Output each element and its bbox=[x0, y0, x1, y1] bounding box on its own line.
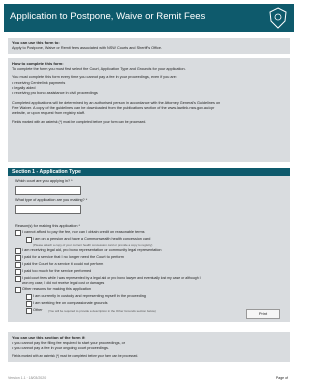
how-line2: You must complete this form every time y… bbox=[12, 75, 177, 79]
court-select[interactable] bbox=[15, 186, 81, 195]
footer-version: Version 1.1 · 18/03/2020 bbox=[8, 376, 47, 380]
reason-option: Other bbox=[33, 308, 43, 312]
page-footer: Version 1.1 · 18/03/2020 Page of bbox=[8, 376, 290, 380]
reason-checkbox[interactable] bbox=[26, 237, 32, 243]
section2-box: You can use this section of the form if:… bbox=[8, 332, 290, 362]
reason-option: I paid for a service that I no longer ne… bbox=[22, 255, 124, 259]
footer-page: Page of bbox=[275, 376, 288, 380]
section2-note: Fields marked with an asterisk (*) must … bbox=[12, 354, 139, 358]
reason-checkbox[interactable] bbox=[26, 308, 32, 314]
reason-checkbox[interactable] bbox=[15, 255, 21, 261]
court-label: Which court are you applying in? * bbox=[15, 179, 73, 183]
section1-title: Section 1 - Application Type bbox=[12, 169, 81, 175]
reason-checkbox[interactable] bbox=[15, 230, 21, 236]
section1-header: Section 1 - Application Type bbox=[8, 168, 290, 176]
reason-option: I paid the Court for a service it could … bbox=[22, 262, 104, 266]
reason-checkbox[interactable] bbox=[26, 301, 32, 307]
how-note: Fields marked with an asterisk (*) must … bbox=[12, 120, 147, 124]
reason-checkbox[interactable] bbox=[15, 276, 21, 282]
reason-option: I paid court fees while I was represente… bbox=[22, 276, 201, 280]
reason-checkbox[interactable] bbox=[15, 269, 21, 275]
intro-heading: You can use this form to: bbox=[12, 40, 60, 45]
reason-note: (Please attach a copy of your current he… bbox=[33, 243, 153, 247]
reason-checkbox[interactable] bbox=[15, 287, 21, 293]
how-line3: Completed applications will be determine… bbox=[12, 101, 221, 105]
section1-box: Which court are you applying in? * What … bbox=[8, 176, 290, 322]
how-bullet: • receiving Centrelink payments bbox=[12, 81, 66, 85]
print-button[interactable]: Print bbox=[246, 309, 280, 319]
type-label: What type of application are you making?… bbox=[15, 198, 88, 202]
reason-option: I paid too much for the service performe… bbox=[22, 269, 92, 273]
how-bullet: • legally aided bbox=[12, 86, 36, 90]
how-line5: website, or upon request from registry s… bbox=[12, 111, 85, 115]
reason-option: I am currently in custody and representi… bbox=[33, 294, 146, 298]
instructions-box: How to complete this form: To complete t… bbox=[8, 58, 290, 162]
reason-checkbox[interactable] bbox=[26, 294, 32, 300]
reason-option-cont: won my case, I did not receive legal cos… bbox=[22, 281, 105, 285]
reasons-label: Reason(s) for making this application * bbox=[15, 224, 80, 228]
reason-option: I am on a pension and have a Commonwealt… bbox=[33, 237, 151, 241]
reason-option: I cannot afford to pay the fee, nor can … bbox=[22, 230, 145, 234]
nsw-crest-icon bbox=[269, 7, 287, 29]
reason-note: (You will be required to provide a descr… bbox=[48, 308, 156, 313]
section2-line: • you cannot pay the filing fee required… bbox=[12, 341, 125, 345]
reason-option: I am receiving legal aid, pro bono repre… bbox=[22, 248, 162, 252]
form-title: Application to Postpone, Waive or Remit … bbox=[10, 11, 206, 22]
how-line4: Fee Waiver. A copy of the guidelines can… bbox=[12, 106, 215, 110]
form-page: Application to Postpone, Waive or Remit … bbox=[0, 0, 298, 386]
how-heading: How to complete this form: bbox=[12, 61, 64, 66]
reason-option: I am seeking fee on compassionate ground… bbox=[33, 301, 108, 305]
form-header: Application to Postpone, Waive or Remit … bbox=[4, 4, 294, 32]
reason-option: Other reasons for making this applicatio… bbox=[22, 287, 92, 291]
how-bullet: • receiving pro bono assistance in civil… bbox=[12, 91, 98, 95]
reason-checkbox[interactable] bbox=[15, 262, 21, 268]
reason-checkbox[interactable] bbox=[15, 248, 21, 254]
application-type-select[interactable] bbox=[15, 205, 81, 214]
intro-line: Apply to Postpone, Waive or Remit fees a… bbox=[12, 46, 163, 50]
how-line1: To complete the form you must first sele… bbox=[12, 67, 186, 71]
intro-box: You can use this form to: Apply to Postp… bbox=[8, 38, 290, 54]
section2-heading: You can use this section of the form if: bbox=[12, 335, 86, 340]
section2-line: • you cannot pay a fee in your ongoing c… bbox=[12, 346, 109, 350]
